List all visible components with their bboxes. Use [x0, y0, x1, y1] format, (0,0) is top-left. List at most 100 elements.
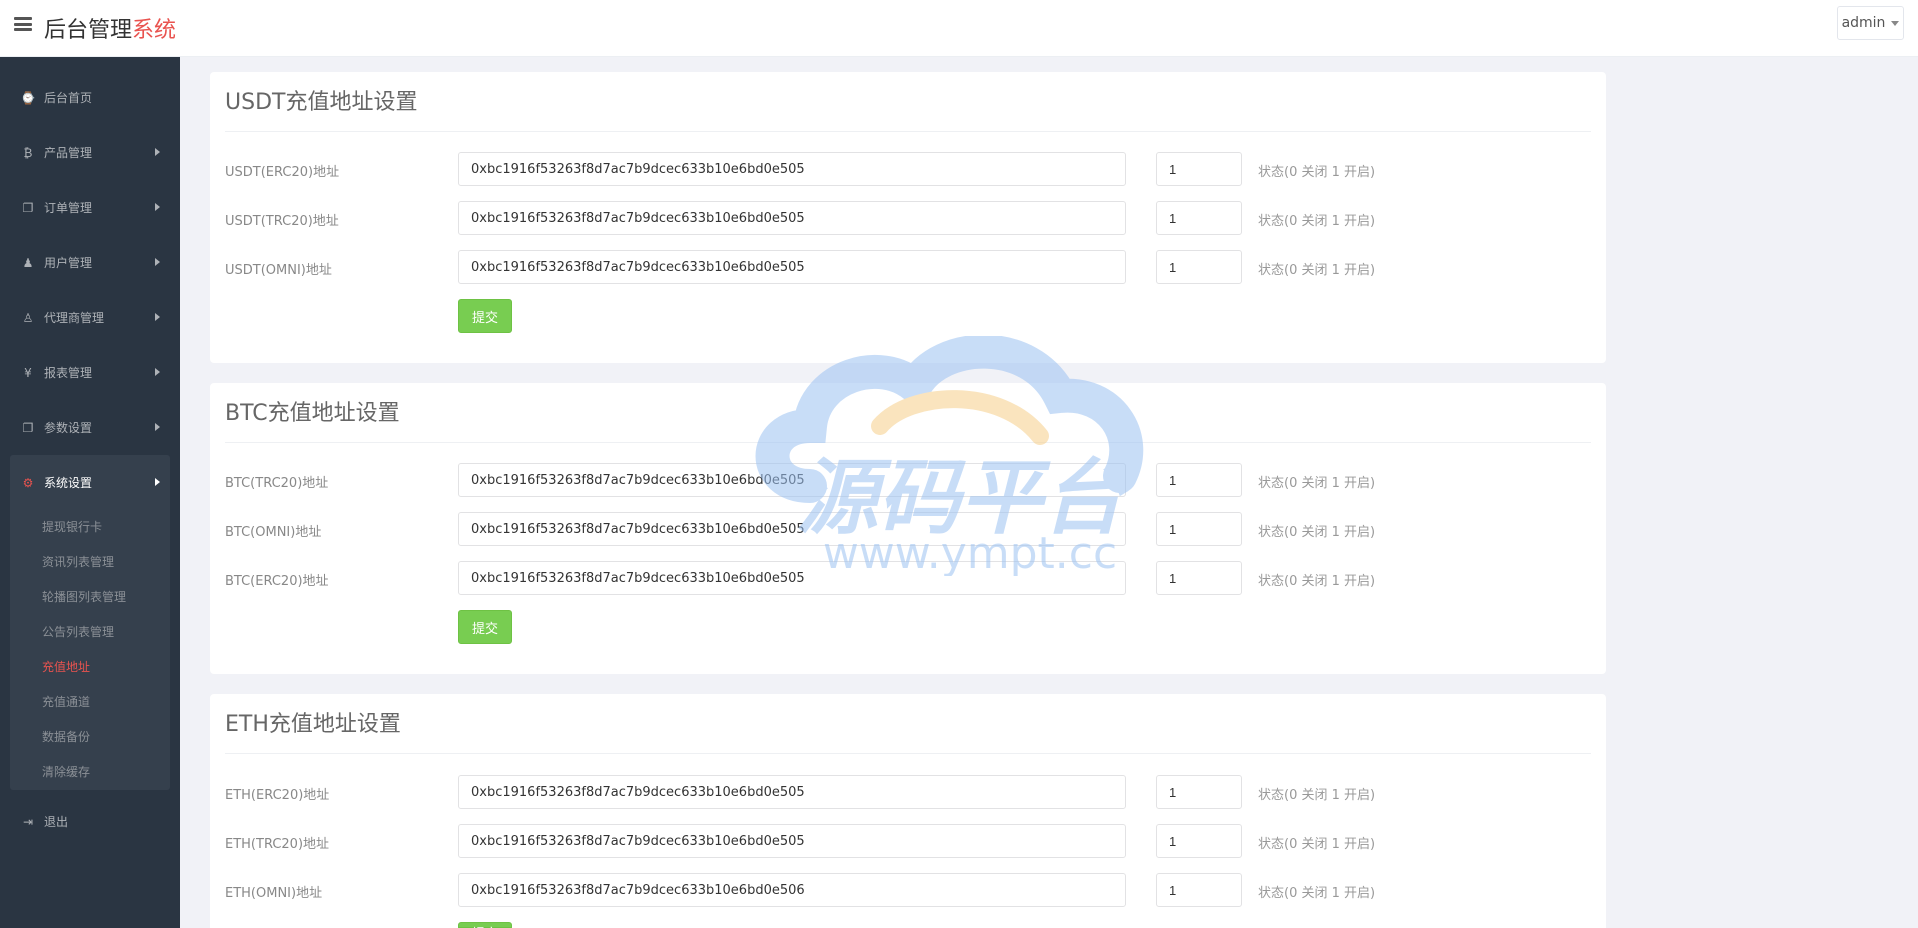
sidebar-subitem-carousel[interactable]: 轮播图列表管理	[10, 580, 170, 615]
chevron-right-icon	[155, 203, 160, 211]
user-name: admin	[1841, 15, 1886, 31]
field-label: USDT(ERC20)地址	[225, 165, 340, 180]
cogs-icon: ⚙	[22, 475, 34, 490]
form-row: ETH(TRC20)地址 状态(0 关闭 1 开启)	[210, 824, 1606, 858]
field-label: USDT(TRC20)地址	[225, 214, 339, 229]
dashboard-icon: ⌚	[20, 90, 36, 105]
sidebar-subitem-recharge-address[interactable]: 充值地址	[10, 650, 170, 685]
sidebar-item-label: 退出	[44, 815, 69, 829]
usdt-settings-panel: USDT充值地址设置 USDT(ERC20)地址 状态(0 关闭 1 开启) U…	[210, 72, 1606, 363]
brand-logo: 后台管理系统	[44, 12, 176, 44]
user-dropdown-button[interactable]: admin	[1837, 6, 1904, 40]
sign-out-icon: ⇥	[22, 814, 34, 829]
chevron-right-icon	[155, 258, 160, 266]
sidebar-subitem-bank-card[interactable]: 提现银行卡	[10, 510, 170, 545]
divider	[225, 753, 1591, 754]
brand-accent: 系统	[132, 18, 177, 43]
panel-title: BTC充值地址设置	[225, 401, 400, 426]
field-label: USDT(OMNI)地址	[225, 263, 332, 278]
field-label: BTC(ERC20)地址	[225, 574, 329, 589]
status-hint: 状态(0 关闭 1 开启)	[1258, 165, 1376, 180]
form-row: ETH(OMNI)地址 状态(0 关闭 1 开启)	[210, 873, 1606, 907]
copy-icon: ❐	[22, 420, 34, 435]
status-hint: 状态(0 关闭 1 开启)	[1258, 837, 1376, 852]
btc-trc20-address-input[interactable]	[458, 463, 1126, 497]
form-row: BTC(TRC20)地址 状态(0 关闭 1 开启)	[210, 463, 1606, 497]
sidebar-item-label: 后台首页	[44, 91, 93, 105]
chevron-right-icon	[155, 148, 160, 156]
sidebar-item-params[interactable]: ❐ 参数设置	[0, 400, 180, 455]
status-hint: 状态(0 关闭 1 开启)	[1258, 886, 1376, 901]
btc-submit-button[interactable]: 提交	[458, 610, 512, 644]
field-label: ETH(ERC20)地址	[225, 788, 330, 803]
sidebar-item-logout[interactable]: ⇥ 退出	[0, 794, 180, 849]
btc-erc20-address-input[interactable]	[458, 561, 1126, 595]
eth-erc20-status-input[interactable]	[1156, 775, 1242, 809]
sidebar-group-system: ⚙ 系统设置 提现银行卡 资讯列表管理 轮播图列表管理 公告列表管理 充值地址 …	[10, 455, 170, 790]
panel-title: USDT充值地址设置	[225, 90, 418, 115]
bitcoin-icon: ₿	[23, 145, 33, 160]
sidebar-subitem-backup[interactable]: 数据备份	[10, 720, 170, 755]
btc-omni-address-input[interactable]	[458, 512, 1126, 546]
field-label: BTC(TRC20)地址	[225, 476, 329, 491]
eth-omni-status-input[interactable]	[1156, 873, 1242, 907]
field-label: BTC(OMNI)地址	[225, 525, 322, 540]
sidebar-item-label: 订单管理	[44, 201, 93, 215]
sidebar-item-system[interactable]: ⚙ 系统设置	[10, 455, 170, 510]
btc-omni-status-input[interactable]	[1156, 512, 1242, 546]
top-header: 后台管理系统 admin	[0, 0, 1918, 57]
status-hint: 状态(0 关闭 1 开启)	[1258, 214, 1376, 229]
form-row: ETH(ERC20)地址 状态(0 关闭 1 开启)	[210, 775, 1606, 809]
eth-trc20-status-input[interactable]	[1156, 824, 1242, 858]
sidebar-subitem-notice[interactable]: 公告列表管理	[10, 615, 170, 650]
divider	[225, 442, 1591, 443]
status-hint: 状态(0 关闭 1 开启)	[1258, 263, 1376, 278]
caret-down-icon	[1891, 20, 1900, 26]
usdt-omni-status-input[interactable]	[1156, 250, 1242, 284]
sidebar-subitem-clear-cache[interactable]: 清除缓存	[10, 755, 170, 790]
sidebar-item-dashboard[interactable]: ⌚ 后台首页	[0, 70, 180, 125]
form-row: BTC(ERC20)地址 状态(0 关闭 1 开启)	[210, 561, 1606, 595]
eth-settings-panel: ETH充值地址设置 ETH(ERC20)地址 状态(0 关闭 1 开启) ETH…	[210, 694, 1606, 928]
eth-omni-address-input[interactable]	[458, 873, 1126, 907]
sidebar-subitem-recharge-channel[interactable]: 充值通道	[10, 685, 170, 720]
menu-toggle-icon[interactable]	[14, 17, 32, 31]
panel-title: ETH充值地址设置	[225, 712, 401, 737]
sidebar-item-users[interactable]: ♟ 用户管理	[0, 235, 180, 290]
btc-erc20-status-input[interactable]	[1156, 561, 1242, 595]
sidebar-item-label: 参数设置	[44, 421, 93, 435]
usdt-trc20-status-input[interactable]	[1156, 201, 1242, 235]
chevron-right-icon	[155, 313, 160, 321]
yen-icon: ¥	[24, 365, 32, 380]
eth-submit-button[interactable]: 提交	[458, 922, 512, 928]
btc-trc20-status-input[interactable]	[1156, 463, 1242, 497]
eth-trc20-address-input[interactable]	[458, 824, 1126, 858]
sidebar: ⌚ 后台首页 ₿ 产品管理 ❐ 订单管理 ♟ 用户管理 ♙ 代理商管理 ¥ 报表…	[0, 57, 180, 928]
form-row: USDT(ERC20)地址 状态(0 关闭 1 开启)	[210, 152, 1606, 186]
sidebar-item-label: 用户管理	[44, 256, 93, 270]
sidebar-item-reports[interactable]: ¥ 报表管理	[0, 345, 180, 400]
usdt-erc20-address-input[interactable]	[458, 152, 1126, 186]
sidebar-item-label: 产品管理	[44, 146, 93, 160]
field-label: ETH(OMNI)地址	[225, 886, 323, 901]
chevron-right-icon	[155, 423, 160, 431]
usdt-omni-address-input[interactable]	[458, 250, 1126, 284]
usdt-trc20-address-input[interactable]	[458, 201, 1126, 235]
usdt-submit-button[interactable]: 提交	[458, 299, 512, 333]
sidebar-item-orders[interactable]: ❐ 订单管理	[0, 180, 180, 235]
agent-icon: ♙	[22, 310, 34, 325]
sidebar-item-agents[interactable]: ♙ 代理商管理	[0, 290, 180, 345]
usdt-erc20-status-input[interactable]	[1156, 152, 1242, 186]
status-hint: 状态(0 关闭 1 开启)	[1258, 574, 1376, 589]
form-row: USDT(TRC20)地址 状态(0 关闭 1 开启)	[210, 201, 1606, 235]
form-row: USDT(OMNI)地址 状态(0 关闭 1 开启)	[210, 250, 1606, 284]
chevron-right-icon	[155, 368, 160, 376]
eth-erc20-address-input[interactable]	[458, 775, 1126, 809]
divider	[225, 131, 1591, 132]
sidebar-item-label: 系统设置	[44, 476, 93, 490]
sidebar-item-products[interactable]: ₿ 产品管理	[0, 125, 180, 180]
status-hint: 状态(0 关闭 1 开启)	[1258, 525, 1376, 540]
chevron-right-icon	[155, 478, 160, 486]
copy-icon: ❐	[22, 200, 34, 215]
sidebar-subitem-news[interactable]: 资讯列表管理	[10, 545, 170, 580]
